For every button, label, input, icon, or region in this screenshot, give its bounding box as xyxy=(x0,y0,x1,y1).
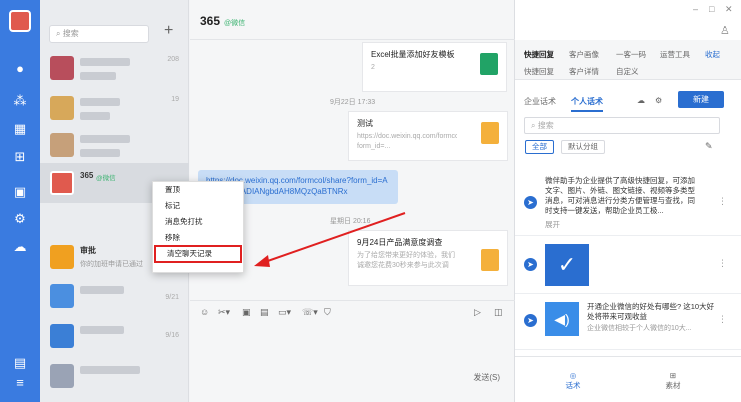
settings-icon[interactable]: ⚙ xyxy=(11,210,29,228)
menu-item-mark[interactable]: 标记 xyxy=(153,198,243,214)
add-icon[interactable]: + xyxy=(164,22,173,40)
avatar xyxy=(50,133,74,157)
send-icon[interactable]: ➤ xyxy=(524,314,537,327)
footer-scripts[interactable]: ◎ 话术 xyxy=(553,371,593,391)
tab-customer-profile[interactable]: 客户画像 xyxy=(569,49,599,60)
chat-item[interactable]: 19 xyxy=(40,88,189,128)
more-icon[interactable]: ⋮ xyxy=(718,314,727,325)
chip-all[interactable]: 全部 xyxy=(525,140,554,154)
menu-item-clear-history[interactable]: 清空聊天记录 xyxy=(154,245,242,263)
app-window: ● ⁂ ▦ ⊞ ▣ ⚙ ☁ ▤ ≡ ⌕ 搜索 + 208 19 365 @微信 … xyxy=(0,0,741,402)
search-input[interactable]: ⌕ 搜索 xyxy=(49,25,149,43)
context-menu: 置顶 标记 消息免打扰 移除 清空聊天记录 xyxy=(152,181,244,273)
nav-rail: ● ⁂ ▦ ⊞ ▣ ⚙ ☁ ▤ ≡ xyxy=(0,0,40,402)
file-icon[interactable]: ▤ xyxy=(11,354,29,372)
doc-icon[interactable]: ▣ xyxy=(11,183,29,201)
send-button[interactable]: 发送(S) xyxy=(473,372,500,383)
chat-item[interactable] xyxy=(40,356,189,396)
script-item-image[interactable]: ➤ ✓ ⋮ xyxy=(515,236,741,294)
excel-file-icon xyxy=(480,53,498,75)
edit-icon[interactable]: ✎ xyxy=(705,141,713,152)
minimize-icon[interactable]: – xyxy=(693,4,698,14)
play-icon[interactable]: ▷ xyxy=(474,307,481,318)
input-toolbar: ☺ ✂▾ ▣ ▤ ▭▾ ☏▾ ⛉ ▷ ◫ xyxy=(190,300,515,324)
menu-item-remove[interactable]: 移除 xyxy=(153,230,243,246)
user-avatar[interactable] xyxy=(9,10,31,32)
side-panel: – □ ✕ ♙ 快捷回复 客户画像 一客一码 运营工具 收起 快捷回复 客户详情… xyxy=(515,0,741,402)
phone-icon[interactable]: ☏▾ xyxy=(302,307,318,318)
avatar xyxy=(50,56,74,80)
emoji-icon[interactable]: ☺ xyxy=(200,307,209,317)
send-icon[interactable]: ➤ xyxy=(524,258,537,271)
maximize-icon[interactable]: □ xyxy=(709,4,714,14)
wechat-badge: @微信 xyxy=(224,20,246,27)
collapse-button[interactable]: 收起 xyxy=(705,49,720,60)
tab-one-code[interactable]: 一客一码 xyxy=(616,49,646,60)
annotation-arrow xyxy=(254,212,406,267)
form-file-icon xyxy=(481,122,499,144)
tab-quick-reply[interactable]: 快捷回复 xyxy=(524,49,554,60)
avatar xyxy=(50,324,74,348)
avatar xyxy=(50,364,74,388)
chip-default-group[interactable]: 默认分组 xyxy=(561,140,605,154)
tab-ops-tools[interactable]: 运营工具 xyxy=(660,49,690,60)
doc-icon[interactable]: ▤ xyxy=(260,307,269,318)
menu-item-pin[interactable]: 置顶 xyxy=(153,182,243,198)
tool-tabs: 快捷回复 客户画像 一客一码 运营工具 收起 快捷回复 客户详情 自定义 xyxy=(515,40,741,80)
new-button[interactable]: 新建 xyxy=(678,91,724,108)
folder-icon[interactable]: ▭▾ xyxy=(278,307,291,318)
panel-icon[interactable]: ◫ xyxy=(494,307,503,318)
file-card[interactable]: Excel批量添加好友模板 2 xyxy=(362,42,507,92)
scissors-icon[interactable]: ✂▾ xyxy=(218,307,230,318)
chat-item[interactable]: 208 xyxy=(40,48,189,88)
menu-icon[interactable]: ≡ xyxy=(11,374,29,392)
workbench-icon[interactable]: ⊞ xyxy=(11,148,29,166)
approval-icon xyxy=(50,245,74,269)
tab-quick-reply-2[interactable]: 快捷回复 xyxy=(524,66,554,77)
chat-item[interactable]: 9/16 xyxy=(40,316,189,356)
avatar xyxy=(50,96,74,120)
panel-footer: ◎ 话术 ⊞ 素材 xyxy=(515,356,741,402)
close-icon[interactable]: ✕ xyxy=(725,4,733,15)
contacts-icon[interactable]: ⁂ xyxy=(11,92,29,110)
link-card[interactable]: 测试 https://doc.weixin.qq.com/formcol/sha… xyxy=(348,111,508,161)
tab-customer-detail[interactable]: 客户详情 xyxy=(569,66,599,77)
script-item-article[interactable]: ➤ ◀) 开通企业微信的好处有哪些? 这10大好处将带来可观收益 企业微信相较于… xyxy=(515,294,741,350)
avatar xyxy=(50,284,74,308)
avatar xyxy=(50,171,74,195)
send-icon[interactable]: ➤ xyxy=(524,196,537,209)
tab-personal-scripts[interactable]: 个人话术 xyxy=(571,96,603,112)
cloud-icon[interactable]: ☁ xyxy=(11,238,29,256)
chat-title: 365 xyxy=(200,14,221,28)
footer-materials[interactable]: ⊞ 素材 xyxy=(653,371,693,391)
tab-custom[interactable]: 自定义 xyxy=(616,66,639,77)
check-image: ✓ xyxy=(545,244,589,286)
menu-item-mute[interactable]: 消息免打扰 xyxy=(153,214,243,230)
tab-company-scripts[interactable]: 企业话术 xyxy=(524,96,556,107)
chat-header: 365 @微信 xyxy=(190,0,515,40)
form-file-icon xyxy=(481,249,499,271)
calendar-icon[interactable]: ▦ xyxy=(11,120,29,138)
more-icon[interactable]: ⋮ xyxy=(718,258,727,269)
chat-item[interactable] xyxy=(40,125,189,165)
profile-icon[interactable]: ♙ xyxy=(720,24,730,37)
chat-item[interactable]: 9/21 xyxy=(40,276,189,316)
cloud-icon[interactable]: ☁ xyxy=(637,96,645,105)
message-icon[interactable]: ● xyxy=(11,60,29,78)
more-icon[interactable]: ⋮ xyxy=(718,196,727,207)
gear-icon[interactable]: ⚙ xyxy=(655,96,662,105)
script-item[interactable]: ➤ 微伴助手为企业提供了高级快捷回复，可添加文字、图片、外链、图文链接、视频等多… xyxy=(515,168,741,236)
script-search-input[interactable]: ⌕ 搜索 xyxy=(524,117,720,134)
image-icon[interactable]: ▣ xyxy=(242,307,251,318)
shield-icon[interactable]: ⛉ xyxy=(324,307,331,318)
megaphone-icon: ◀) xyxy=(545,302,579,336)
